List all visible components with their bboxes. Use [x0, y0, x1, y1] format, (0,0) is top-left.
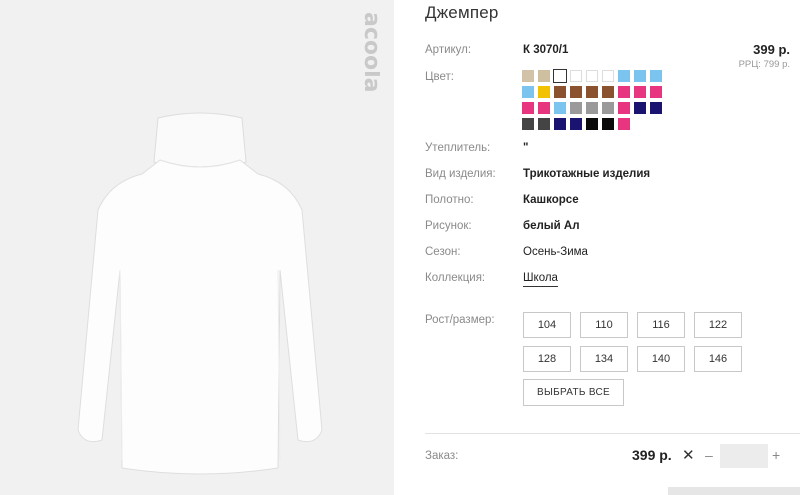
order-label: Заказ: [425, 450, 459, 462]
color-swatch-selected[interactable] [553, 69, 567, 83]
svg-text:acoola: acoola [359, 12, 380, 93]
product-price: 399 р. [753, 42, 790, 57]
color-swatch[interactable] [522, 118, 534, 130]
fabric-label: Полотно: [425, 194, 474, 206]
color-label: Цвет: [425, 71, 454, 83]
color-swatch[interactable] [554, 102, 566, 114]
color-swatch[interactable] [570, 86, 582, 98]
divider [425, 433, 800, 434]
color-swatch[interactable] [586, 102, 598, 114]
article-label: Артикул: [425, 44, 472, 56]
color-swatch[interactable] [650, 86, 662, 98]
color-swatch[interactable] [538, 118, 550, 130]
insulation-value: " [523, 142, 529, 154]
color-swatch[interactable] [554, 86, 566, 98]
color-swatch[interactable] [522, 102, 534, 114]
color-swatch[interactable] [634, 70, 646, 82]
color-swatch[interactable] [602, 70, 614, 82]
size-option-116[interactable]: 116 [637, 312, 685, 338]
color-swatch[interactable] [618, 102, 630, 114]
color-swatch[interactable] [522, 70, 534, 82]
quantity-input[interactable] [720, 444, 768, 468]
order-price: 399 р. [632, 447, 672, 463]
color-swatch[interactable] [570, 118, 582, 130]
increase-quantity-button[interactable]: + [772, 447, 780, 463]
color-swatch[interactable] [522, 86, 534, 98]
color-swatch[interactable] [634, 86, 646, 98]
size-label: Рост/размер: [425, 314, 495, 326]
select-all-button[interactable]: ВЫБРАТЬ ВСЕ [523, 379, 624, 406]
recommended-price: РРЦ: 799 р. [738, 59, 790, 70]
collection-link[interactable]: Школа [523, 272, 558, 287]
article-value: К 3070/1 [523, 44, 569, 56]
size-option-128[interactable]: 128 [523, 346, 571, 372]
color-swatch[interactable] [586, 118, 598, 130]
size-option-104[interactable]: 104 [523, 312, 571, 338]
remove-icon[interactable]: ✕ [682, 446, 695, 464]
color-swatch[interactable] [602, 118, 614, 130]
color-swatch[interactable] [618, 70, 630, 82]
collection-value-wrap: Школа [523, 272, 558, 287]
color-swatch[interactable] [538, 102, 550, 114]
color-swatch[interactable] [634, 102, 646, 114]
color-swatch[interactable] [602, 86, 614, 98]
size-option-110[interactable]: 110 [580, 312, 628, 338]
decrease-quantity-button[interactable]: – [705, 447, 713, 463]
color-swatches [522, 69, 672, 134]
product-title: Джемпер [425, 3, 499, 22]
color-swatch[interactable] [554, 118, 566, 130]
turtleneck-image [77, 112, 323, 475]
fabric-value: Кашкорсе [523, 194, 579, 206]
color-swatch[interactable] [586, 70, 598, 82]
color-swatch[interactable] [586, 86, 598, 98]
color-swatch[interactable] [602, 102, 614, 114]
pattern-value: белый Ал [523, 220, 580, 232]
season-value: Осень-Зима [523, 246, 588, 258]
size-option-122[interactable]: 122 [694, 312, 742, 338]
color-swatch[interactable] [618, 86, 630, 98]
brand-logo: acoola [359, 12, 380, 93]
color-swatch[interactable] [538, 86, 550, 98]
size-option-140[interactable]: 140 [637, 346, 685, 372]
color-swatch[interactable] [570, 102, 582, 114]
pattern-label: Рисунок: [425, 220, 472, 232]
type-label: Вид изделия: [425, 168, 496, 180]
color-swatch[interactable] [618, 118, 630, 130]
color-swatch[interactable] [650, 102, 662, 114]
add-to-cart-button-partial[interactable] [668, 487, 800, 495]
color-swatch[interactable] [650, 70, 662, 82]
color-swatch[interactable] [538, 70, 550, 82]
type-value: Трикотажные изделия [523, 168, 651, 180]
size-option-146[interactable]: 146 [694, 346, 742, 372]
size-option-134[interactable]: 134 [580, 346, 628, 372]
collection-label: Коллекция: [425, 272, 486, 284]
season-label: Сезон: [425, 246, 461, 258]
color-swatch[interactable] [570, 70, 582, 82]
insulation-label: Утеплитель: [425, 142, 491, 154]
product-photo: acoola [0, 0, 394, 495]
